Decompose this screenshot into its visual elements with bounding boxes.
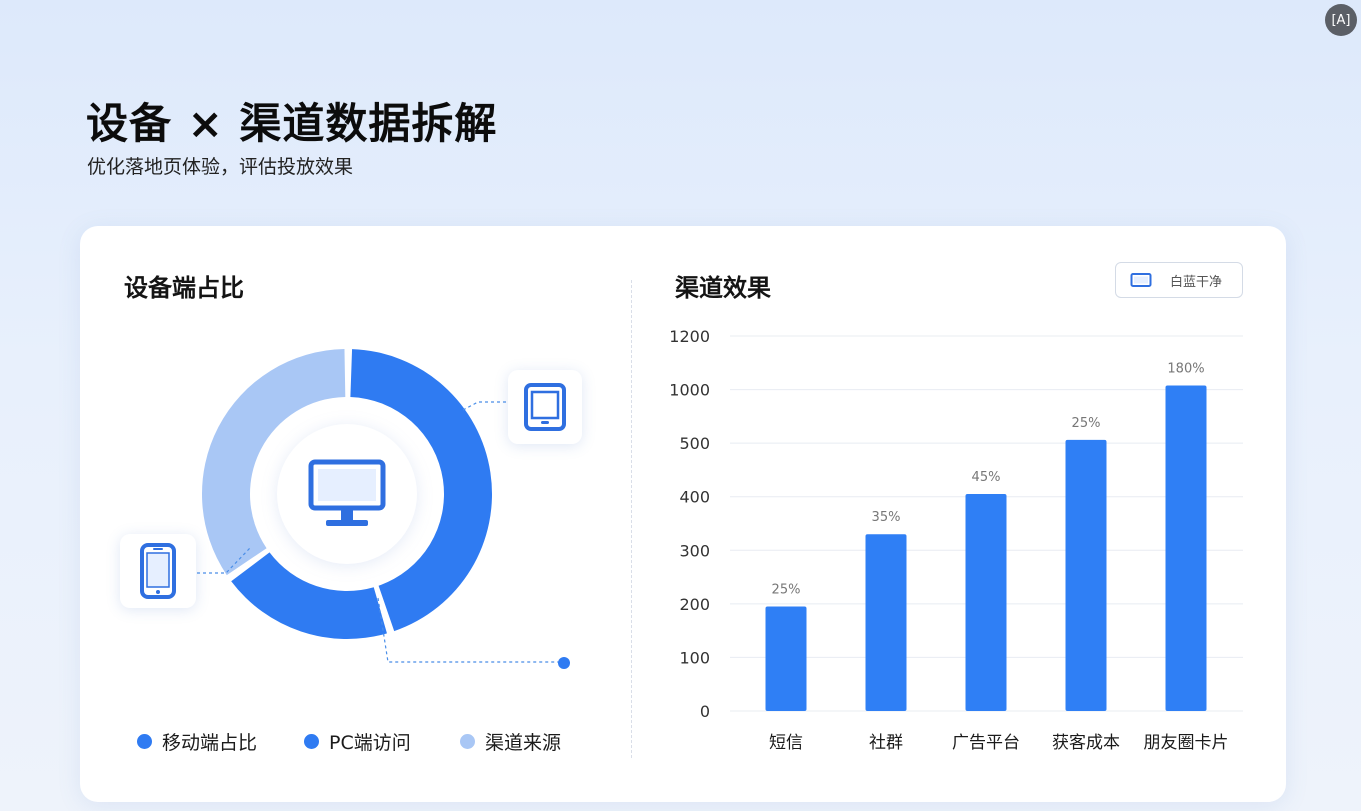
x-tick-label: 获客成本 xyxy=(1052,733,1120,753)
y-tick-label: 0 xyxy=(700,702,710,721)
bar-data-label: 25% xyxy=(1072,416,1101,431)
y-tick-label: 300 xyxy=(679,541,710,560)
y-tick-label: 1000 xyxy=(669,381,710,400)
x-tick-label: 朋友圈卡片 xyxy=(1144,733,1229,753)
bar xyxy=(1165,385,1207,711)
y-tick-label: 1200 xyxy=(669,327,710,346)
x-tick-label: 广告平台 xyxy=(952,733,1020,753)
bar xyxy=(1065,439,1107,711)
y-tick-label: 200 xyxy=(679,595,710,614)
bar-data-label: 45% xyxy=(972,470,1001,485)
bar xyxy=(765,606,807,711)
y-tick-label: 500 xyxy=(679,434,710,453)
bar xyxy=(965,494,1007,711)
bar-data-label: 180% xyxy=(1167,362,1204,377)
channel-bar-chart: 0 100 200 300 400 500 1000 1200 25% 短信 35% 社群 45% 广告… xyxy=(669,327,1243,753)
y-tick-label: 400 xyxy=(679,488,710,507)
y-tick-label: 100 xyxy=(679,648,710,667)
x-tick-label: 社群 xyxy=(869,733,903,753)
bar xyxy=(865,534,907,711)
x-tick-label: 短信 xyxy=(769,733,803,753)
bar-data-label: 35% xyxy=(872,510,901,525)
bar-data-label: 25% xyxy=(772,583,801,598)
